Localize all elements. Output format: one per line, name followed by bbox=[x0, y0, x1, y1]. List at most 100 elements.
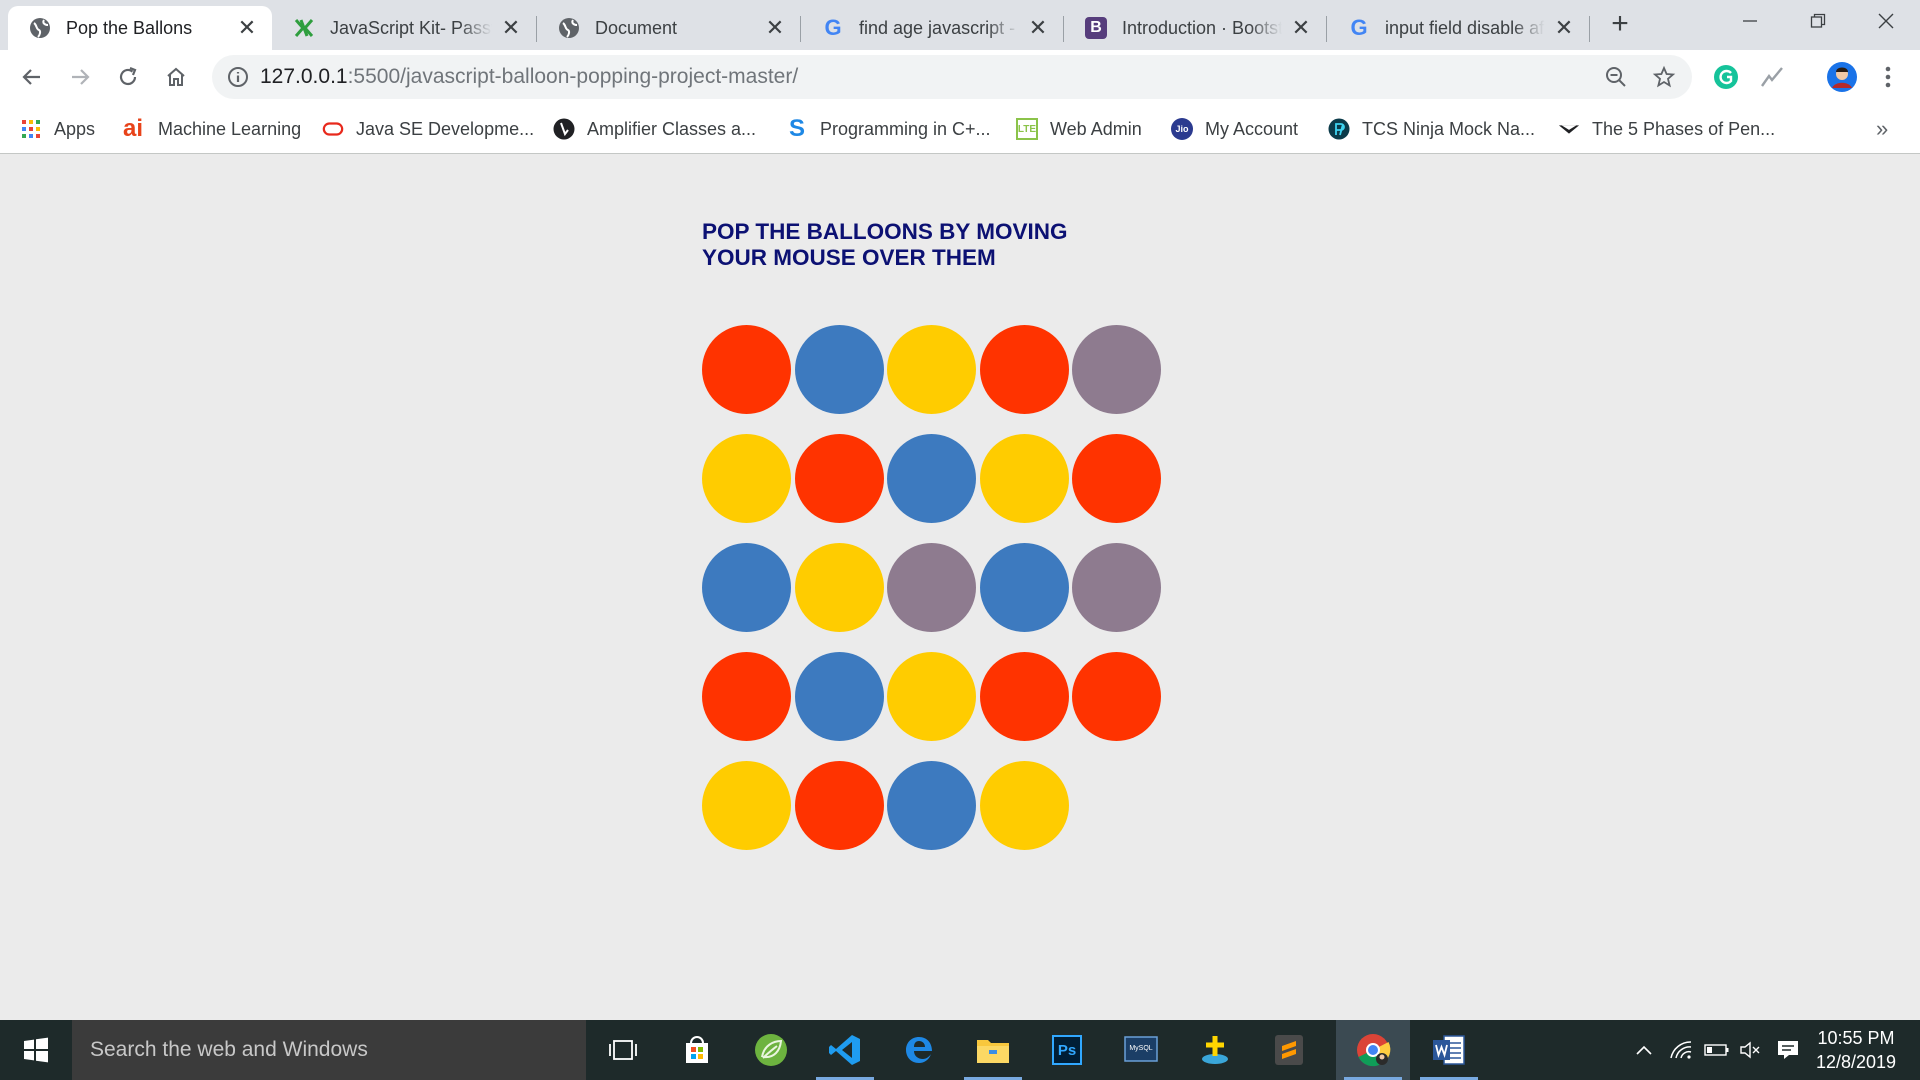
bookmark-web-admin[interactable]: LTE Web Admin bbox=[1016, 104, 1142, 154]
store-icon bbox=[686, 1036, 708, 1063]
balloon[interactable] bbox=[887, 325, 976, 414]
close-tab-icon[interactable]: ✕ bbox=[1027, 15, 1049, 40]
close-tab-icon[interactable]: ✕ bbox=[1553, 15, 1575, 40]
forward-button[interactable] bbox=[62, 59, 98, 95]
task-view-icon bbox=[609, 1040, 637, 1060]
balloon[interactable] bbox=[794, 325, 884, 414]
balloon[interactable] bbox=[979, 325, 1069, 414]
balloon[interactable] bbox=[1072, 325, 1161, 414]
balloon[interactable] bbox=[979, 434, 1069, 523]
sololearn-icon: S bbox=[788, 115, 805, 142]
reload-button[interactable] bbox=[110, 59, 146, 95]
taskbar-store[interactable] bbox=[660, 1020, 734, 1080]
balloon[interactable] bbox=[1072, 543, 1161, 632]
tab-introduction-bootstrap[interactable]: B Introduction · Bootstr ✕ bbox=[1064, 6, 1326, 50]
bookmark-java-se[interactable]: Java SE Developme... bbox=[322, 104, 534, 154]
minimize-icon bbox=[1743, 20, 1757, 22]
taskbar-spring-tool[interactable] bbox=[734, 1020, 808, 1080]
url-text[interactable]: 127.0.0.1:5500/javascript-balloon-poppin… bbox=[260, 55, 798, 99]
heading-line-2: YOUR MOUSE OVER THEM bbox=[702, 245, 996, 270]
address-bar[interactable]: 127.0.0.1:5500/javascript-balloon-poppin… bbox=[212, 55, 1692, 99]
zoom-out-icon[interactable] bbox=[1604, 65, 1628, 89]
close-window-icon bbox=[1878, 13, 1894, 29]
balloon[interactable] bbox=[887, 761, 976, 850]
close-tab-icon[interactable]: ✕ bbox=[236, 15, 258, 40]
balloon[interactable] bbox=[794, 543, 884, 632]
balloon[interactable] bbox=[887, 543, 976, 632]
tab-find-age-javascript[interactable]: G find age javascript - G ✕ bbox=[801, 6, 1063, 50]
task-view-button[interactable] bbox=[586, 1020, 660, 1080]
taskbar-network-app[interactable] bbox=[1178, 1020, 1252, 1080]
bookmark-programming-in-cpp[interactable]: S Programming in C+... bbox=[786, 104, 991, 154]
tab-title: JavaScript Kit- Passw bbox=[330, 17, 492, 38]
url-host: 127.0.0.1 bbox=[260, 65, 348, 88]
close-tab-icon[interactable]: ✕ bbox=[500, 15, 522, 40]
taskbar-chrome[interactable] bbox=[1336, 1020, 1410, 1080]
restore-button[interactable] bbox=[1790, 4, 1846, 38]
balloon[interactable] bbox=[702, 543, 791, 632]
tab-title: find age javascript - G bbox=[859, 17, 1019, 38]
tab-pop-the-ballons[interactable]: Pop the Ballons ✕ bbox=[8, 6, 272, 50]
site-info-icon[interactable] bbox=[226, 65, 250, 89]
battery-icon[interactable] bbox=[1700, 1020, 1734, 1080]
tab-javascript-kit[interactable]: JavaScript Kit- Passw ✕ bbox=[272, 6, 536, 50]
close-window-button[interactable] bbox=[1858, 4, 1914, 38]
minimize-button[interactable] bbox=[1722, 4, 1778, 38]
bookmark-machine-learning[interactable]: ai Machine Learning bbox=[120, 104, 301, 154]
profile-avatar-icon[interactable] bbox=[1826, 61, 1858, 93]
bookmark-apps[interactable]: Apps bbox=[20, 104, 95, 154]
balloon[interactable] bbox=[979, 543, 1069, 632]
tab-document[interactable]: Document ✕ bbox=[537, 6, 800, 50]
taskbar-word[interactable] bbox=[1412, 1020, 1486, 1080]
bookmark-tcs-ninja[interactable]: TCS Ninja Mock Na... bbox=[1328, 104, 1535, 154]
close-tab-icon[interactable]: ✕ bbox=[1290, 15, 1312, 40]
balloon[interactable] bbox=[979, 761, 1069, 850]
start-button[interactable] bbox=[0, 1020, 72, 1080]
taskbar-vscode[interactable] bbox=[808, 1020, 882, 1080]
amplifier-icon bbox=[553, 118, 575, 140]
balloon[interactable] bbox=[702, 434, 791, 523]
system-clock[interactable]: 10:55 PM 12/8/2019 bbox=[1806, 1026, 1906, 1074]
balloon[interactable] bbox=[794, 761, 884, 850]
tray-show-hidden-icon[interactable] bbox=[1628, 1020, 1660, 1080]
balloon[interactable] bbox=[794, 434, 884, 523]
close-tab-icon[interactable]: ✕ bbox=[764, 15, 786, 40]
balloon[interactable] bbox=[1072, 434, 1161, 523]
bookmark-five-phases[interactable]: The 5 Phases of Pen... bbox=[1558, 104, 1775, 154]
balloon[interactable] bbox=[1072, 652, 1161, 741]
balloon[interactable] bbox=[702, 652, 791, 741]
bookmarks-bar: Apps ai Machine Learning Java SE Develop… bbox=[0, 104, 1920, 154]
taskbar-mysql[interactable]: MySQL bbox=[1104, 1020, 1178, 1080]
bookmark-amplifier-classes[interactable]: Amplifier Classes a... bbox=[553, 104, 756, 154]
jio-icon: Jio bbox=[1171, 118, 1193, 140]
balloon[interactable] bbox=[887, 652, 976, 741]
volume-muted-icon[interactable] bbox=[1736, 1020, 1766, 1080]
bookmark-my-account[interactable]: Jio My Account bbox=[1171, 104, 1298, 154]
bookmark-star-icon[interactable] bbox=[1652, 65, 1676, 89]
taskbar-file-explorer[interactable] bbox=[956, 1020, 1030, 1080]
chrome-icon bbox=[1357, 1034, 1391, 1067]
new-tab-button[interactable]: + bbox=[1606, 7, 1634, 40]
tab-input-field-disable[interactable]: G input field disable af ✕ bbox=[1327, 6, 1589, 50]
grammarly-icon[interactable] bbox=[1712, 63, 1740, 91]
balloon[interactable] bbox=[702, 761, 791, 850]
balloon[interactable] bbox=[979, 652, 1069, 741]
balloon[interactable] bbox=[794, 652, 884, 741]
bootstrap-icon: B bbox=[1084, 16, 1108, 40]
action-center-icon[interactable] bbox=[1772, 1020, 1804, 1080]
home-button[interactable] bbox=[158, 59, 194, 95]
balloon[interactable] bbox=[887, 434, 976, 523]
bookmark-label: Web Admin bbox=[1050, 118, 1142, 139]
chrome-menu-icon[interactable] bbox=[1874, 63, 1902, 91]
url-path: :5500/javascript-balloon-popping-project… bbox=[347, 65, 799, 88]
taskbar-photoshop[interactable]: Ps bbox=[1030, 1020, 1104, 1080]
taskbar-sublime[interactable] bbox=[1252, 1020, 1326, 1080]
taskbar-search-box[interactable]: Search the web and Windows bbox=[72, 1020, 586, 1080]
wifi-icon[interactable] bbox=[1664, 1020, 1698, 1080]
extension-pen-icon[interactable] bbox=[1758, 63, 1786, 91]
page-viewport: POP THE BALLOONS BY MOVING YOUR MOUSE OV… bbox=[0, 155, 1920, 1020]
taskbar-edge[interactable] bbox=[882, 1020, 956, 1080]
balloon[interactable] bbox=[702, 325, 791, 414]
back-button[interactable] bbox=[14, 59, 50, 95]
more-bookmarks-chevron-icon[interactable]: » bbox=[1876, 116, 1888, 142]
